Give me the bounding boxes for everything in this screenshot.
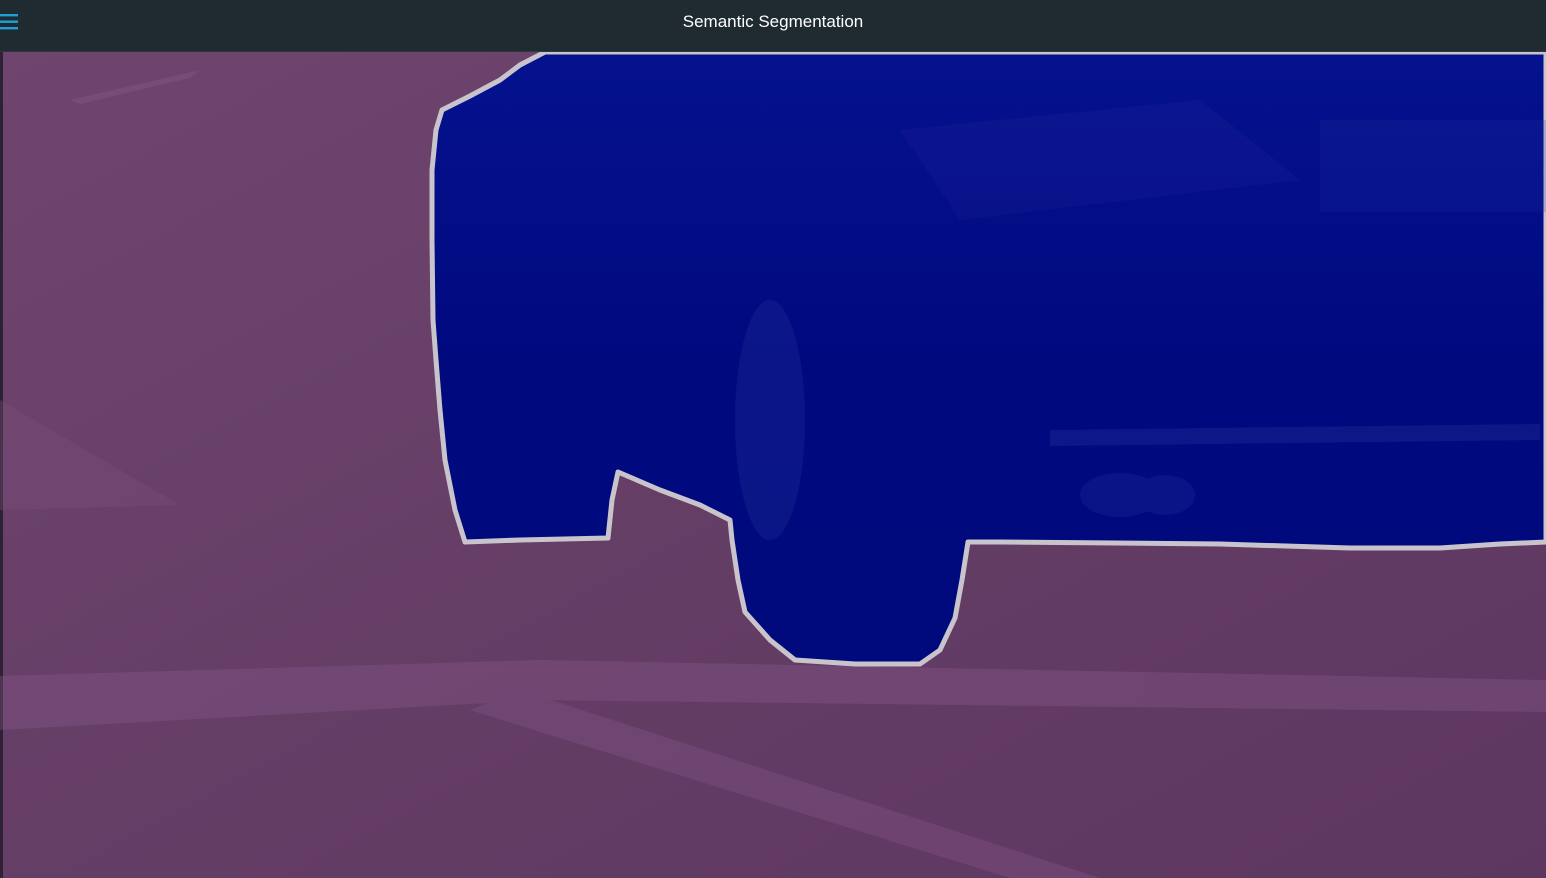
segmentation-canvas[interactable] (0, 52, 1546, 878)
page-title: Semantic Segmentation (682, 12, 864, 31)
app-header: Semantic Segmentation (0, 0, 1546, 52)
